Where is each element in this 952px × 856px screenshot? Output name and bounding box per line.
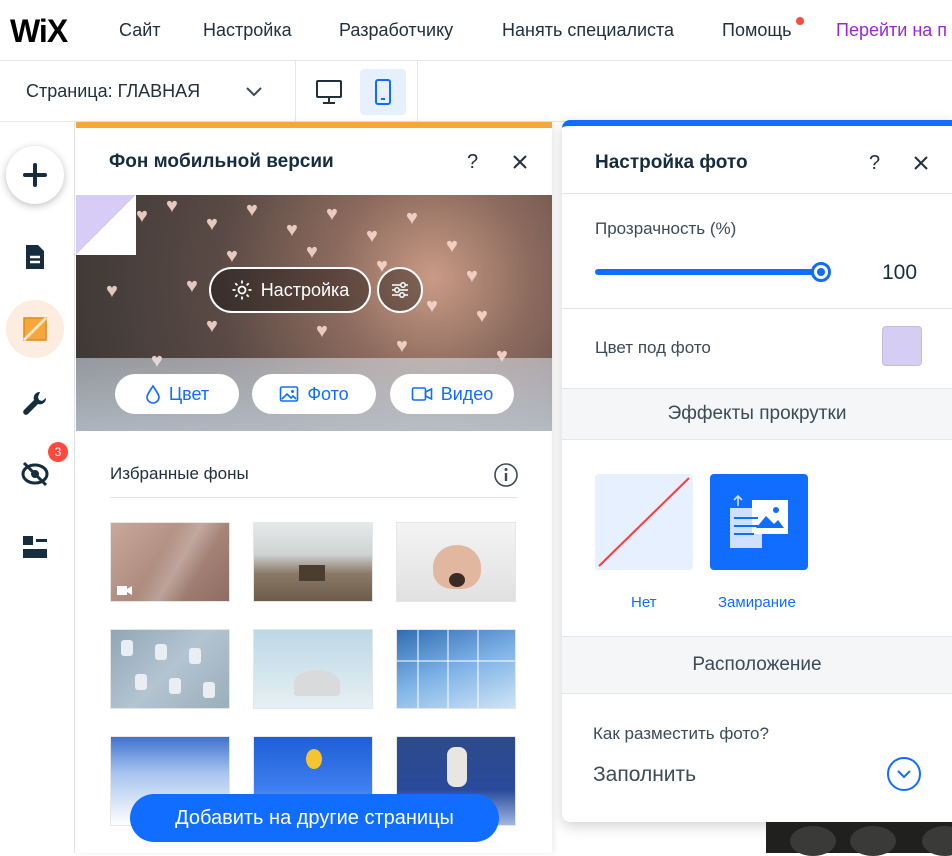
page-bar: Страница: ГЛАВНАЯ: [0, 61, 952, 122]
pages-button[interactable]: [6, 228, 64, 286]
background-button[interactable]: [6, 300, 64, 358]
add-to-other-pages-button[interactable]: Добавить на другие страницы: [130, 794, 499, 842]
opacity-slider-handle[interactable]: [811, 262, 831, 282]
scroll-effects-header: Эффекты прокрутки: [562, 388, 952, 440]
under-color-label: Цвет под фото: [595, 338, 711, 357]
add-elements-button[interactable]: [6, 146, 64, 204]
menu-settings[interactable]: Настройка: [203, 20, 292, 41]
adjust-button[interactable]: [377, 267, 423, 313]
position-header: Расположение: [562, 636, 952, 694]
background-thumbnail[interactable]: [253, 629, 373, 709]
position-title: Расположение: [692, 654, 822, 675]
freeze-effect-icon: [730, 494, 788, 548]
menu-help[interactable]: Помощь: [722, 20, 792, 41]
effect-freeze-card[interactable]: [710, 474, 808, 570]
wrench-icon: [23, 391, 47, 415]
menu-developer[interactable]: Разработчику: [339, 20, 453, 41]
settings-overlay-button[interactable]: Настройка: [209, 267, 371, 313]
sliders-icon: [392, 282, 408, 298]
background-preview: ♥ ♥ ♥ ♥ ♥ ♥ ♥ ♥ ♥ ♥ ♥ ♥ ♥ ♥ ♥ ♥ ♥ ♥ ♥ ♥ …: [76, 195, 552, 431]
close-icon[interactable]: [512, 154, 528, 170]
info-icon[interactable]: [493, 462, 519, 488]
page-selector-label: Страница: ГЛАВНАЯ: [26, 81, 201, 101]
help-notification-dot: [796, 17, 804, 25]
hidden-count-badge: 3: [48, 442, 68, 462]
menu-hire-expert[interactable]: Нанять специалиста: [502, 20, 674, 41]
mobile-background-panel: Фон мобильной версии ? ♥ ♥ ♥ ♥ ♥ ♥ ♥ ♥ ♥…: [76, 122, 552, 853]
top-bar: WiX Сайт Настройка Разработчику Нанять с…: [0, 0, 952, 61]
canvas-social-bar: [766, 822, 952, 856]
chevron-down-icon: [897, 770, 911, 779]
left-toolbar: 3: [0, 122, 75, 853]
background-thumbnail[interactable]: [396, 629, 516, 709]
mobile-view-button[interactable]: [360, 69, 406, 115]
photo-button[interactable]: Фото: [252, 374, 376, 414]
photo-button-label: Фото: [307, 383, 349, 404]
fit-question: Как разместить фото?: [593, 724, 769, 743]
under-color-swatch[interactable]: [882, 326, 922, 366]
effect-freeze-label[interactable]: Замирание: [718, 594, 796, 611]
help-icon[interactable]: ?: [869, 152, 880, 175]
layout-icon: [23, 536, 47, 558]
video-button-label: Видео: [440, 383, 494, 404]
hidden-eye-icon: [21, 461, 49, 487]
close-icon[interactable]: [913, 155, 929, 171]
favorites-title: Избранные фоны: [110, 464, 249, 483]
opacity-slider-track[interactable]: [595, 269, 821, 275]
background-thumbnail[interactable]: [253, 522, 373, 602]
desktop-view-button[interactable]: [306, 69, 352, 115]
effect-none-card[interactable]: [595, 474, 693, 570]
video-camera-icon: [117, 586, 132, 595]
desktop-icon: [316, 80, 342, 104]
upgrade-link[interactable]: Перейти на п: [836, 20, 947, 41]
wix-logo[interactable]: WiX: [10, 13, 68, 50]
photo-settings-panel: Настройка фото ? Прозрачность (%) 100 Цв…: [562, 120, 952, 822]
background-thumbnail[interactable]: [396, 522, 516, 602]
divider: [110, 497, 518, 498]
opacity-value[interactable]: 100: [882, 261, 917, 285]
scroll-effects-title: Эффекты прокрутки: [667, 403, 847, 424]
fit-dropdown-button[interactable]: [887, 757, 921, 791]
drop-icon: [146, 384, 160, 404]
none-icon: [598, 477, 690, 567]
divider: [295, 61, 296, 121]
color-button[interactable]: Цвет: [115, 374, 239, 414]
chevron-down-icon[interactable]: [245, 86, 263, 98]
panel-title: Фон мобильной версии: [109, 151, 334, 172]
settings-button[interactable]: [6, 374, 64, 432]
plus-icon: [23, 163, 47, 187]
help-icon[interactable]: ?: [467, 151, 478, 174]
preview-fold: [76, 195, 136, 255]
background-thumbnail[interactable]: [110, 629, 230, 709]
layouts-button[interactable]: [6, 518, 64, 576]
video-button[interactable]: Видео: [390, 374, 514, 414]
divider: [417, 61, 418, 121]
fit-dropdown-value[interactable]: Заполнить: [593, 763, 696, 787]
image-icon: [280, 386, 299, 402]
menu-site[interactable]: Сайт: [119, 20, 161, 41]
color-button-label: Цвет: [168, 383, 210, 404]
gear-icon: [232, 280, 252, 300]
panel-title: Настройка фото: [595, 152, 748, 173]
mobile-icon: [375, 79, 391, 105]
opacity-label: Прозрачность (%): [595, 219, 737, 238]
background-thumbnail[interactable]: [110, 522, 230, 602]
page-icon: [26, 245, 44, 269]
settings-overlay-label: Настройка: [260, 279, 350, 300]
page-selector[interactable]: Страница: ГЛАВНАЯ: [26, 81, 200, 102]
background-icon: [22, 316, 48, 342]
effect-none-label[interactable]: Нет: [631, 594, 657, 611]
video-camera-icon: [411, 387, 433, 401]
